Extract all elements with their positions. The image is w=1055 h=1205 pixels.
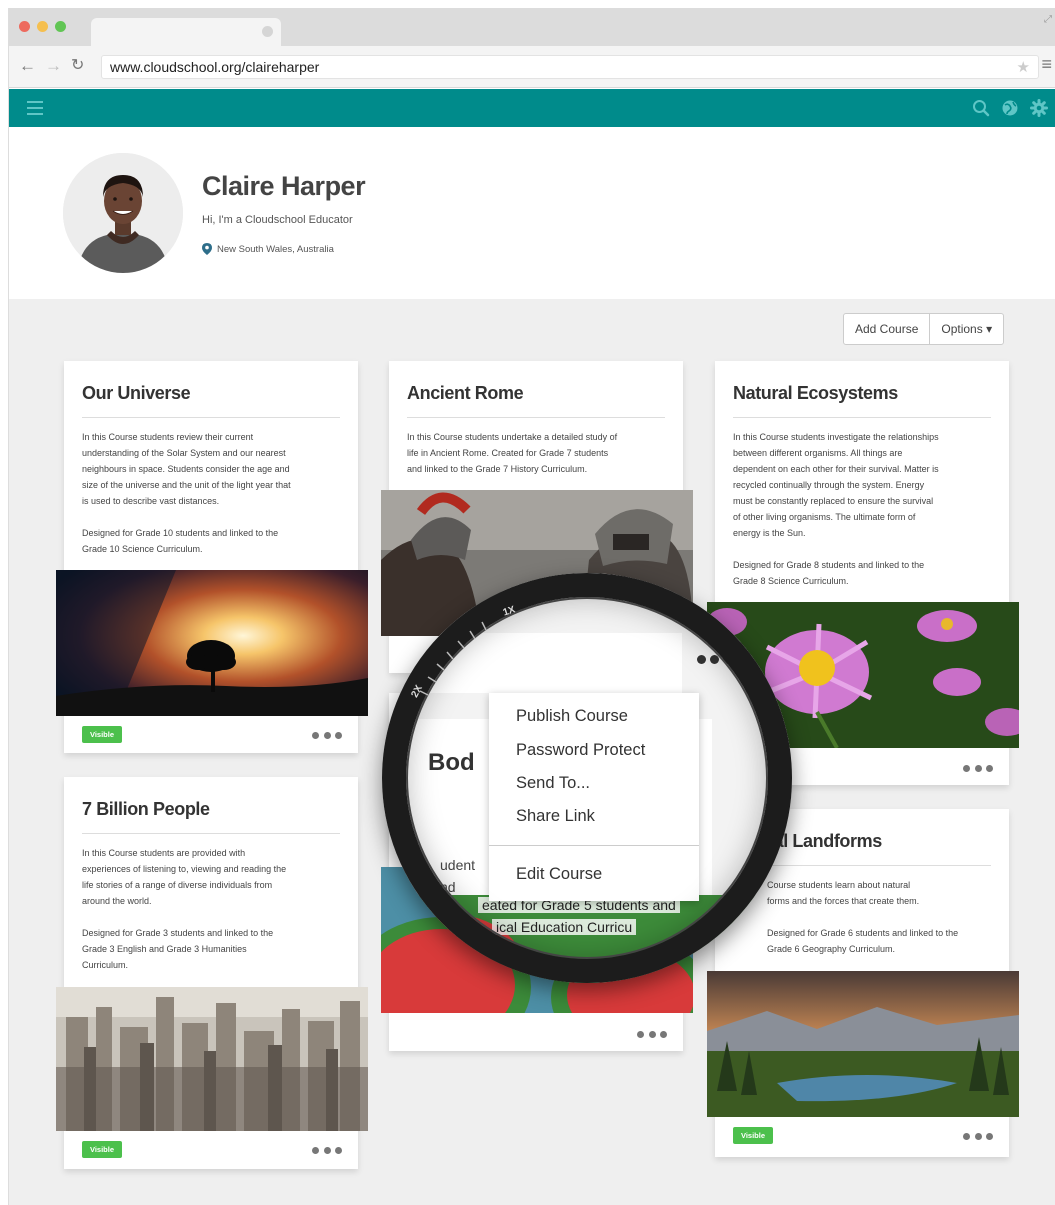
course-actions: Add Course Options ▾ (843, 313, 1005, 345)
profile-header: Claire Harper Hi, I'm a Cloudschool Educ… (9, 127, 1055, 299)
course-card[interactable]: 7 Billion People In this Course students… (56, 777, 368, 1169)
divider (407, 417, 665, 418)
browser-toolbar: ← → ↻ www.cloudschool.org/claireharper ★… (9, 46, 1055, 88)
options-dropdown-button[interactable]: Options ▾ (929, 314, 1003, 344)
location-text: New South Wales, Australia (217, 243, 334, 255)
avatar[interactable] (63, 153, 183, 273)
course-image[interactable] (56, 570, 368, 716)
course-description: In this Course students investigate the … (733, 432, 939, 586)
url-text: www.cloudschool.org/claireharper (110, 59, 320, 75)
globe-icon[interactable] (1001, 99, 1019, 117)
more-options-icon[interactable] (312, 730, 342, 740)
browser-tab-strip: ⤢ (9, 8, 1055, 46)
browser-window: ⤢ ← → ↻ www.cloudschool.org/claireharper… (8, 8, 1055, 1205)
reload-icon[interactable]: ↻ (71, 56, 84, 76)
visibility-badge: Visible (82, 1141, 122, 1158)
more-options-icon[interactable] (963, 763, 993, 773)
course-description: In this Course students are provided wit… (82, 848, 287, 970)
forward-arrow-icon[interactable]: → (45, 56, 62, 76)
course-description: In this Course students undertake a deta… (407, 432, 618, 474)
back-arrow-icon[interactable]: ← (19, 56, 36, 76)
divider (733, 417, 991, 418)
close-window-button[interactable] (19, 21, 30, 32)
gear-icon[interactable] (1030, 99, 1048, 117)
more-options-icon[interactable] (963, 1131, 993, 1141)
course-title[interactable]: Natural Ecosystems (733, 383, 898, 404)
app-header (9, 89, 1055, 127)
add-course-button[interactable]: Add Course (844, 314, 929, 344)
fullscreen-icon[interactable]: ⤢ (1044, 14, 1052, 25)
course-description: Course students learn about natural form… (767, 880, 959, 954)
minimize-window-button[interactable] (37, 21, 48, 32)
course-title[interactable]: Ancient Rome (407, 383, 524, 404)
search-icon[interactable] (972, 99, 990, 117)
tab-close-icon[interactable] (262, 26, 273, 37)
course-description: In this Course students review their cur… (82, 432, 291, 554)
browser-tab[interactable] (91, 18, 281, 46)
more-options-icon[interactable] (637, 1029, 667, 1039)
profile-location: New South Wales, Australia (202, 243, 334, 255)
course-card[interactable]: Our Universe In this Course students rev… (56, 361, 368, 753)
maximize-window-button[interactable] (55, 21, 66, 32)
visibility-badge: Visible (733, 1127, 773, 1144)
divider (82, 833, 340, 834)
location-pin-icon (202, 243, 212, 255)
bookmark-star-icon[interactable]: ★ (1017, 57, 1030, 79)
browser-menu-icon[interactable]: ≡ (1041, 54, 1052, 75)
magnifier-scale-ticks (419, 621, 487, 696)
course-title[interactable]: Our Universe (82, 383, 191, 404)
course-image[interactable] (56, 987, 368, 1131)
course-image[interactable] (707, 971, 1019, 1117)
profile-bio: Hi, I'm a Cloudschool Educator (202, 214, 353, 226)
divider (82, 417, 340, 418)
address-bar[interactable]: www.cloudschool.org/claireharper ★ (101, 55, 1039, 79)
profile-name: Claire Harper (202, 171, 366, 201)
course-title[interactable]: 7 Billion People (82, 799, 210, 820)
more-options-icon[interactable] (312, 1145, 342, 1155)
hamburger-menu-icon[interactable] (27, 101, 43, 115)
visibility-badge: Visible (82, 726, 122, 743)
